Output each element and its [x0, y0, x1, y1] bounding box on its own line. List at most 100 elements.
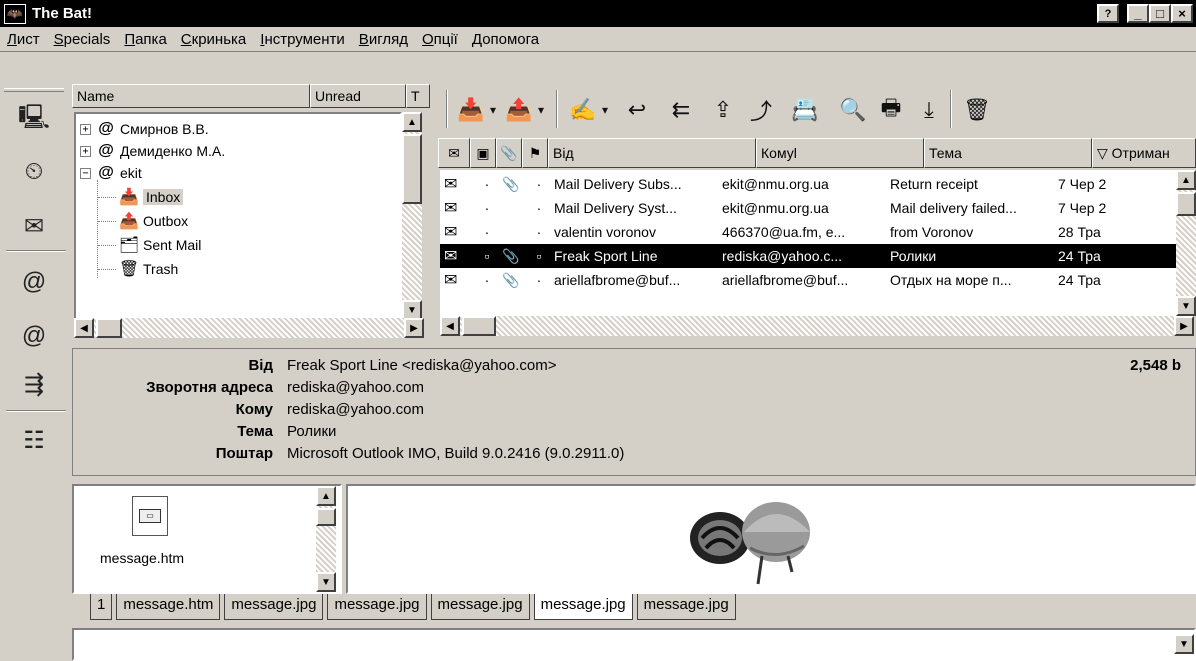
menu-folder[interactable]: Папка [117, 31, 173, 48]
get-mail-dropdown-icon[interactable]: ▾ [486, 94, 500, 126]
new-message-dropdown-icon[interactable]: ▾ [598, 94, 612, 126]
menu-options[interactable]: Опції [415, 31, 465, 48]
menu-view[interactable]: Вигляд [352, 31, 415, 48]
new-message-icon[interactable]: ✍ [566, 94, 600, 126]
menu-list[interactable]: Лист [0, 31, 47, 48]
bottom-combo-box[interactable]: ▼ [72, 628, 1196, 661]
tree-account-smirnov[interactable]: + @ Смирнов В.В. [80, 118, 209, 140]
address-book-icon[interactable]: 🖳 [16, 104, 52, 136]
column-to[interactable]: Комуl [756, 138, 924, 168]
find-icon[interactable]: 🔍 [836, 94, 870, 126]
flag-column-icon[interactable]: ⚑ [522, 138, 548, 168]
attachment-vscrollbar[interactable]: ▲ ▼ [316, 486, 336, 592]
message-vscrollbar[interactable]: ▲ ▼ [1176, 170, 1196, 316]
column-total[interactable]: T [406, 84, 430, 108]
menu-specials[interactable]: Specials [47, 31, 118, 48]
tree-folder-inbox[interactable]: 📥 Inbox [98, 186, 184, 208]
scroll-up-icon[interactable]: ▲ [402, 112, 422, 132]
tree-folder-trash[interactable]: 🗑 Trash [98, 258, 178, 280]
folder-hscrollbar[interactable]: ◀ ▶ [74, 318, 424, 338]
scroll-thumb[interactable] [402, 134, 422, 204]
from-value[interactable]: Freak Sport Line <rediska@yahoo.com> [287, 357, 557, 374]
cell-to: ekit@nmu.org.ua [722, 176, 829, 192]
delete-icon[interactable]: 🗑 [960, 94, 994, 126]
tree-folder-sent[interactable]: 🗂 Sent Mail [98, 234, 201, 256]
attachment-column-icon[interactable]: 📎 [496, 138, 522, 168]
attachment-name[interactable]: message.htm [100, 550, 184, 566]
address-book-toolbar-icon[interactable]: 📇 [788, 94, 822, 126]
reply-all-icon[interactable]: ⇇ [664, 94, 698, 126]
message-row-selected[interactable]: ✉ ▫ 📎 ▫ Freak Sport Line rediska@yahoo.c… [440, 244, 1176, 268]
scroll-right-icon[interactable]: ▶ [404, 318, 424, 338]
close-icon[interactable]: × [1171, 4, 1193, 23]
scroll-thumb[interactable] [1176, 192, 1196, 216]
scroll-thumb[interactable] [316, 508, 336, 526]
message-row[interactable]: ✉ · 📎 · ariellafbrome@buf... ariellafbro… [440, 268, 1176, 292]
scroll-up-icon[interactable]: ▲ [316, 486, 336, 506]
tab-message-htm[interactable]: message.htm [116, 594, 221, 620]
tab-message-jpg[interactable]: message.jpg [430, 594, 530, 620]
tab-message-jpg-active[interactable]: message.jpg [533, 594, 633, 620]
scroll-left-icon[interactable]: ◀ [440, 316, 460, 336]
scroll-right-icon[interactable]: ▶ [1174, 316, 1194, 336]
send-mail-icon[interactable]: 📤 [502, 94, 536, 126]
scroll-thumb[interactable] [96, 318, 122, 338]
tab-1[interactable]: 1 [90, 594, 113, 620]
column-from[interactable]: Від [548, 138, 756, 168]
scroll-down-icon[interactable]: ▼ [402, 300, 422, 320]
tab-message-jpg[interactable]: message.jpg [327, 594, 427, 620]
scroll-thumb[interactable] [462, 316, 496, 336]
account-properties-icon[interactable]: @ [16, 320, 52, 352]
help-icon[interactable]: ? [1097, 4, 1119, 23]
column-name[interactable]: Name [72, 84, 310, 108]
tree-folder-outbox[interactable]: 📤 Outbox [98, 210, 188, 232]
filter-icon[interactable]: ⇶ [16, 368, 52, 400]
expand-icon[interactable]: + [80, 145, 91, 157]
status-column-icon[interactable]: ✉ [438, 138, 470, 168]
reply-to-value[interactable]: rediska@yahoo.com [287, 379, 424, 396]
message-row[interactable]: ✉ · · valentin voronov 466370@ua.fm, e..… [440, 220, 1176, 244]
column-received[interactable]: ▽ Отриман [1092, 138, 1196, 168]
tree-account-ekit[interactable]: − @ ekit [80, 162, 142, 184]
menu-mailbox[interactable]: Скринька [174, 31, 253, 48]
scroll-up-icon[interactable]: ▲ [1176, 170, 1196, 190]
cell-from: Freak Sport Line [554, 248, 658, 264]
html-file-icon[interactable]: ▭ [132, 496, 168, 536]
reply-icon[interactable]: ↩ [620, 94, 654, 126]
new-account-icon[interactable]: @ [16, 266, 52, 298]
scroll-left-icon[interactable]: ◀ [74, 318, 94, 338]
bat-icon[interactable]: 🦇 [4, 3, 26, 24]
save-icon[interactable]: ⤓ [912, 94, 946, 126]
column-subject[interactable]: Тема [924, 138, 1092, 168]
redirect-icon[interactable]: ⤴ [744, 94, 778, 126]
message-row[interactable]: ✉ · 📎 · Mail Delivery Subs... ekit@nmu.o… [440, 172, 1176, 196]
to-value[interactable]: rediska@yahoo.com [287, 401, 424, 418]
menu-help[interactable]: Допомога [465, 31, 546, 48]
reply-to-label: Зворотня адреса [146, 379, 273, 396]
send-mail-dropdown-icon[interactable]: ▾ [534, 94, 548, 126]
expand-icon[interactable]: + [80, 123, 91, 135]
chevron-down-icon[interactable]: ▼ [1174, 634, 1194, 654]
scroll-down-icon[interactable]: ▼ [316, 572, 336, 592]
folder-vscrollbar[interactable]: ▲ ▼ [402, 112, 422, 320]
menu-tools[interactable]: Інструменти [253, 31, 352, 48]
tab-message-jpg[interactable]: message.jpg [224, 594, 324, 620]
column-unread[interactable]: Unread [310, 84, 406, 108]
flag-dot-icon: · [536, 272, 542, 288]
scroll-down-icon[interactable]: ▼ [1176, 296, 1196, 316]
tab-message-jpg[interactable]: message.jpg [636, 594, 736, 620]
maximize-icon[interactable]: □ [1149, 4, 1171, 23]
message-row[interactable]: ✉ · · Mail Delivery Syst... ekit@nmu.org… [440, 196, 1176, 220]
collapse-icon[interactable]: − [80, 167, 91, 179]
minimize-icon[interactable]: _ [1127, 4, 1149, 23]
forward-icon[interactable]: ⇪ [706, 94, 740, 126]
print-icon[interactable]: 🖶 [874, 94, 908, 126]
message-hscrollbar[interactable]: ◀ ▶ [440, 316, 1194, 336]
address-list-icon[interactable]: ☷ [16, 424, 52, 456]
cell-received: 7 Чер 2 [1058, 200, 1107, 216]
priority-column-icon[interactable]: ▣ [470, 138, 496, 168]
scheduler-icon[interactable]: ⏲ [16, 156, 52, 188]
tree-account-demydenko[interactable]: + @ Демиденко М.А. [80, 140, 225, 162]
templates-icon[interactable]: ✉ [16, 210, 52, 242]
get-mail-icon[interactable]: 📥 [454, 94, 488, 126]
